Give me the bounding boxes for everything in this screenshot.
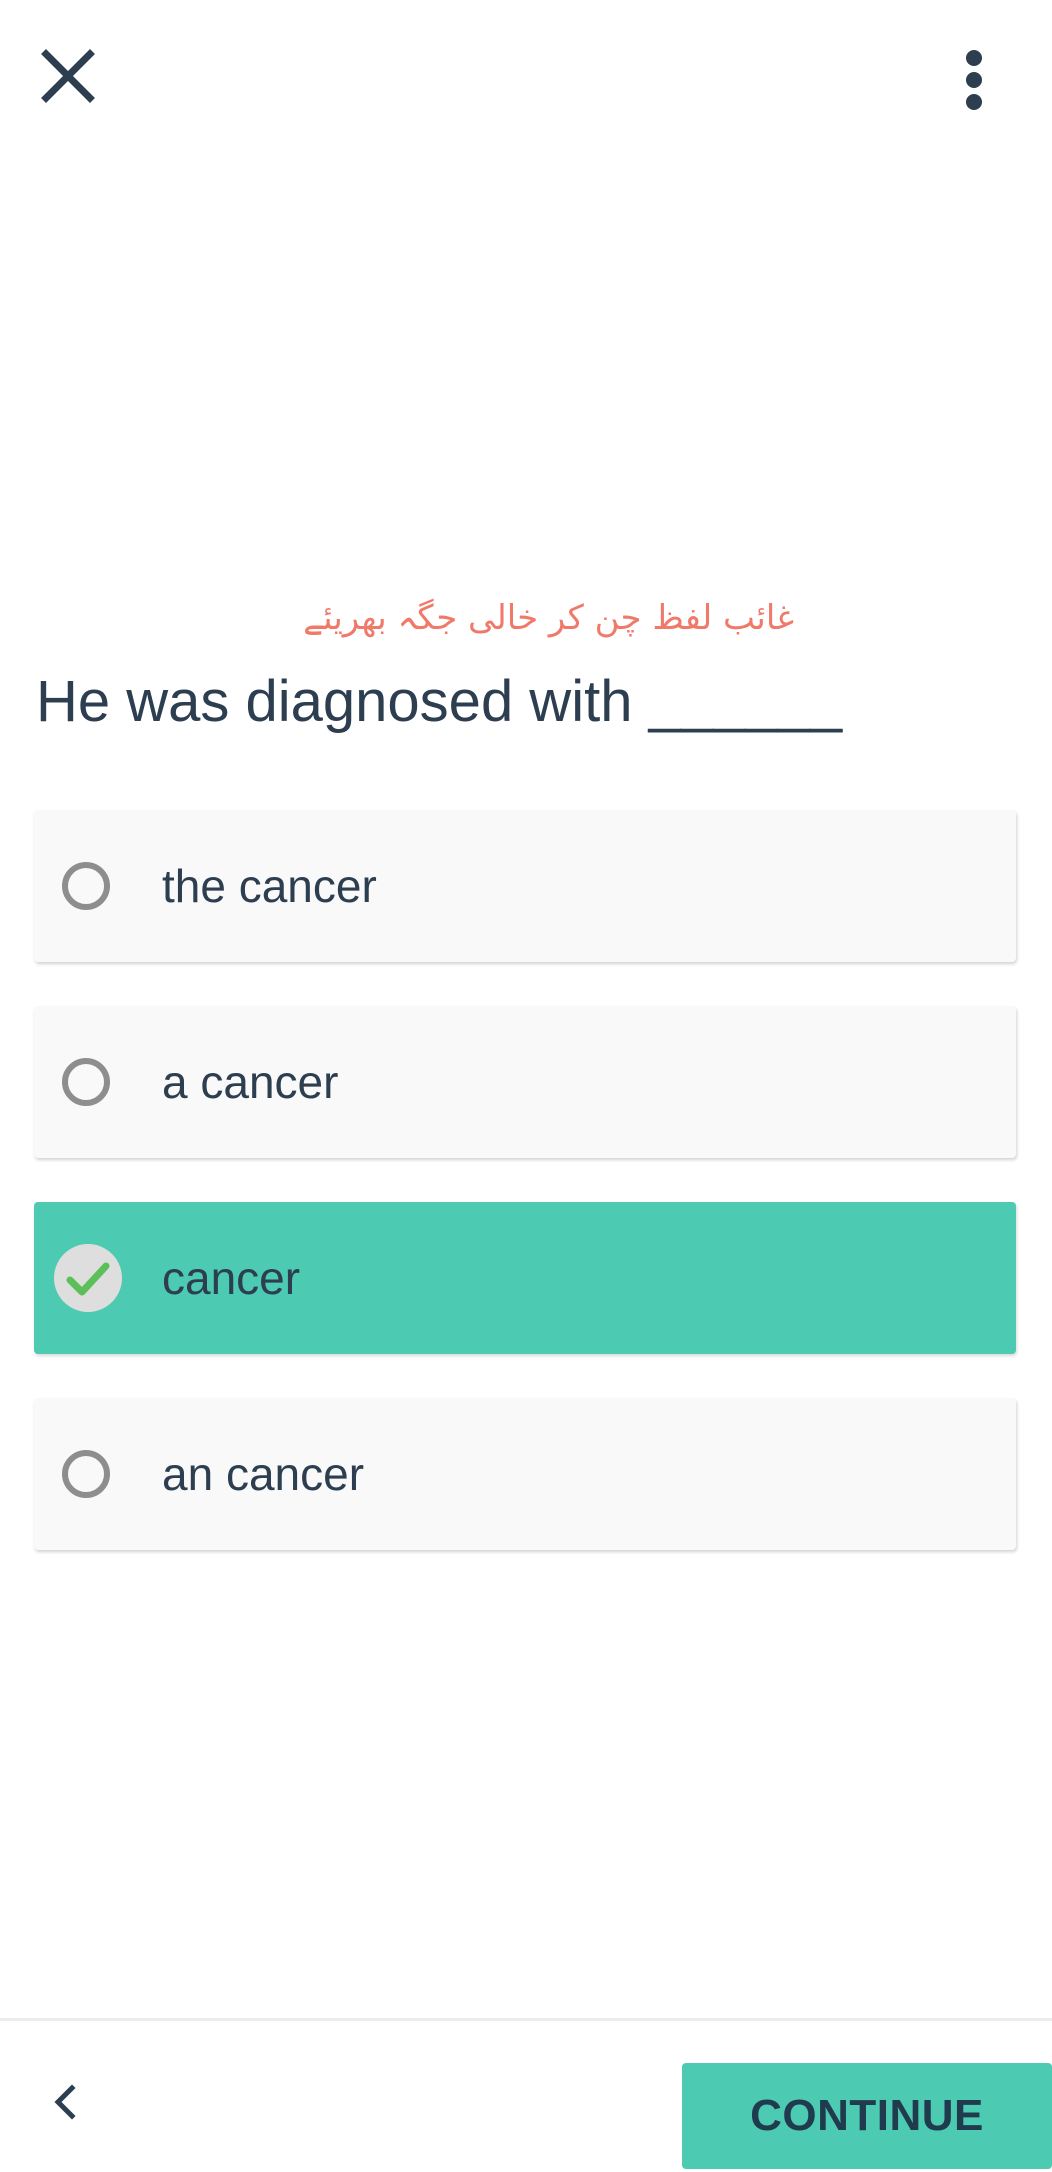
- question-instruction: غائب لفظ چن کر خالی جگہ بھریئے: [303, 598, 794, 638]
- answer-option-2[interactable]: a cancer: [34, 1006, 1016, 1158]
- answer-options: the cancer a cancer cancer an cancer: [34, 810, 1016, 1594]
- answer-option-1[interactable]: the cancer: [34, 810, 1016, 962]
- answer-option-label: the cancer: [162, 860, 377, 912]
- close-icon: [41, 49, 95, 103]
- answer-option-3-selected[interactable]: cancer: [34, 1202, 1016, 1354]
- answer-option-4[interactable]: an cancer: [34, 1398, 1016, 1550]
- answer-option-label: cancer: [162, 1252, 301, 1304]
- answer-option-label: a cancer: [162, 1056, 339, 1108]
- radio-unselected-icon: [62, 1450, 110, 1498]
- chevron-left-icon: [54, 2084, 76, 2120]
- check-circle-icon: [54, 1244, 122, 1312]
- question-prompt: He was diagnosed with ______: [36, 669, 843, 734]
- bottom-navigation-bar: CONTINUE: [0, 2018, 1052, 2172]
- radio-unselected-icon: [62, 1058, 110, 1106]
- more-vertical-icon: [966, 50, 982, 110]
- radio-unselected-icon: [62, 862, 110, 910]
- answer-option-label: an cancer: [162, 1448, 365, 1500]
- quiz-screen: غائب لفظ چن کر خالی جگہ بھریئے He was di…: [0, 0, 1052, 2172]
- back-button[interactable]: [38, 2075, 92, 2129]
- continue-button[interactable]: CONTINUE: [682, 2063, 1052, 2169]
- close-button[interactable]: [30, 38, 106, 114]
- more-options-button[interactable]: [944, 40, 1004, 120]
